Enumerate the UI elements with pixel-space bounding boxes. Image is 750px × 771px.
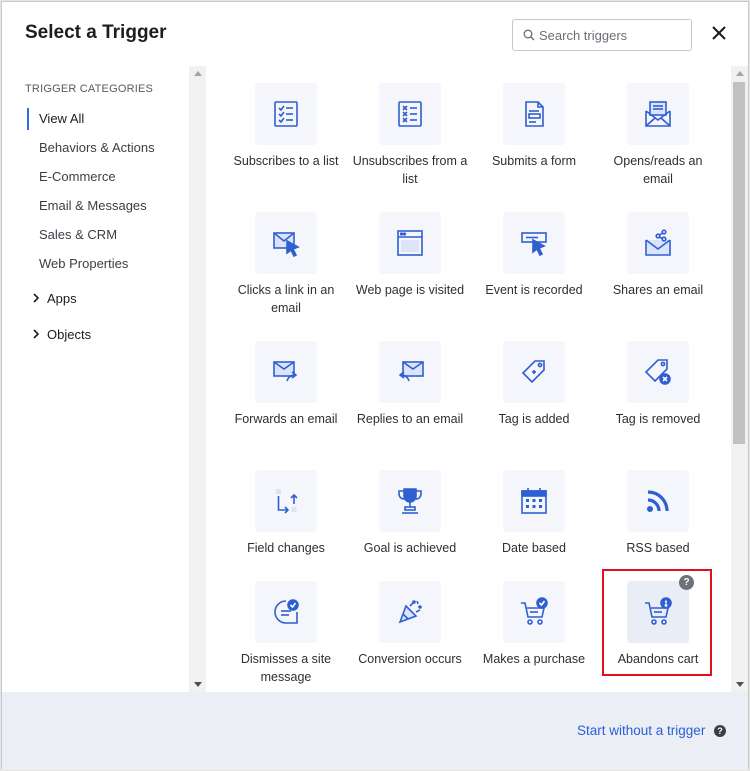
scroll-down-arrow[interactable]: [194, 682, 202, 687]
trigger-label: Opens/reads an email: [613, 154, 703, 186]
envelope-cursor-icon: [273, 232, 300, 258]
trigger-label: Clicks a link in an email: [237, 283, 335, 315]
help-icon[interactable]: ?: [714, 725, 726, 737]
trigger-label: Goal is achieved: [363, 541, 457, 555]
reply-envelope-icon: [398, 361, 424, 382]
trigger-label: Tag is removed: [615, 412, 701, 426]
sidebar-group-apps[interactable]: Apps: [29, 291, 77, 306]
modal-header: Select a Trigger: [2, 2, 748, 66]
search-icon: [523, 29, 535, 41]
trigger-label: Shares an email: [612, 283, 704, 297]
trigger-label: Subscribes to a list: [233, 154, 339, 168]
search-input[interactable]: [539, 20, 689, 50]
modal-title: Select a Trigger: [25, 22, 167, 43]
field-change-icon: [276, 489, 298, 514]
trigger-icon-box: [379, 341, 441, 403]
trigger-label: Tag is added: [498, 412, 570, 426]
trigger-label: Dismisses a site message: [240, 652, 332, 684]
trigger-label: Makes a purchase: [482, 652, 586, 666]
sidebar-item-view-all[interactable]: View All: [39, 111, 84, 126]
chevron-right-icon: [33, 329, 40, 339]
trigger-icon-box: [503, 470, 565, 532]
sidebar-item-ecommerce[interactable]: E-Commerce: [39, 169, 116, 184]
trigger-icon-box: [255, 212, 317, 274]
scroll-thumb[interactable]: [733, 82, 745, 444]
modal-footer: Start without a trigger ?: [2, 692, 748, 770]
category-sidebar: TRIGGER CATEGORIES View All Behaviors & …: [2, 66, 189, 692]
trigger-label: Event is recorded: [485, 283, 583, 297]
chevron-right-icon: [33, 293, 40, 303]
list-check-icon: [274, 101, 298, 127]
event-cursor-icon: [521, 232, 547, 257]
trigger-icon-box: [503, 341, 565, 403]
tag-add-icon: [521, 360, 545, 384]
party-popper-icon: [398, 600, 422, 624]
trigger-icon-box: [503, 83, 565, 145]
trigger-label: Submits a form: [491, 154, 577, 168]
trigger-label: Date based: [502, 541, 566, 555]
trigger-label: Web page is visited: [355, 283, 465, 297]
sidebar-group-label: Objects: [47, 327, 92, 342]
tag-remove-icon: [644, 359, 671, 385]
content-scrollbar[interactable]: [731, 66, 748, 692]
forward-envelope-icon: [273, 361, 298, 382]
trigger-icon-box: [255, 341, 317, 403]
dismiss-message-icon: [274, 599, 299, 624]
search-box[interactable]: [512, 19, 692, 51]
trigger-icon-box: [379, 83, 441, 145]
sidebar-item-email-messages[interactable]: Email & Messages: [39, 198, 147, 213]
sidebar-heading: TRIGGER CATEGORIES: [25, 83, 154, 95]
sidebar-scrollbar[interactable]: [189, 66, 206, 692]
scroll-up-arrow[interactable]: [194, 71, 202, 76]
trigger-label: Replies to an email: [356, 412, 464, 426]
trigger-icon-box: [255, 581, 317, 643]
trigger-icon-box: [627, 470, 689, 532]
trigger-icon-box: [627, 212, 689, 274]
rss-icon: [647, 490, 669, 512]
sidebar-item-behaviors-actions[interactable]: Behaviors & Actions: [39, 140, 155, 155]
form-icon: [525, 101, 544, 127]
trigger-icon-box: [503, 581, 565, 643]
trigger-icon-box: [503, 212, 565, 274]
list-x-icon: [398, 101, 422, 127]
trophy-icon: [398, 488, 422, 514]
sidebar-group-label: Apps: [47, 291, 77, 306]
trigger-icon-box: [379, 581, 441, 643]
trigger-label: Conversion occurs: [358, 652, 462, 666]
trigger-label: Unsubscribes from a list: [352, 154, 468, 186]
trigger-help-icon[interactable]: ?: [679, 575, 694, 590]
sidebar-group-objects[interactable]: Objects: [29, 327, 91, 342]
trigger-grid: Subscribes to a list Unsubscribes from a…: [206, 66, 731, 692]
active-indicator: [27, 108, 29, 130]
scroll-down-arrow[interactable]: [736, 682, 744, 687]
trigger-label: Field changes: [247, 541, 325, 555]
close-icon[interactable]: [708, 22, 730, 44]
trigger-icon-box: [255, 83, 317, 145]
trigger-icon-box: [255, 470, 317, 532]
calendar-icon: [521, 488, 547, 514]
trigger-icon-box: [627, 83, 689, 145]
cart-check-icon: [521, 597, 548, 625]
selected-trigger-highlight: [602, 569, 712, 676]
scroll-up-arrow[interactable]: [736, 71, 744, 76]
sidebar-item-web-properties[interactable]: Web Properties: [39, 256, 128, 271]
browser-window-icon: [397, 230, 423, 256]
sidebar-item-sales-crm[interactable]: Sales & CRM: [39, 227, 117, 242]
trigger-label: RSS based: [626, 541, 690, 555]
share-envelope-icon: [645, 229, 671, 256]
trigger-icon-box: [379, 470, 441, 532]
trigger-label: Forwards an email: [234, 412, 338, 426]
select-trigger-modal: Select a Trigger TRIGGER CATEGORIES View…: [1, 1, 749, 770]
trigger-icon-box: [627, 341, 689, 403]
start-without-trigger-link[interactable]: Start without a trigger: [577, 723, 705, 738]
open-envelope-icon: [645, 101, 671, 127]
trigger-icon-box: [379, 212, 441, 274]
